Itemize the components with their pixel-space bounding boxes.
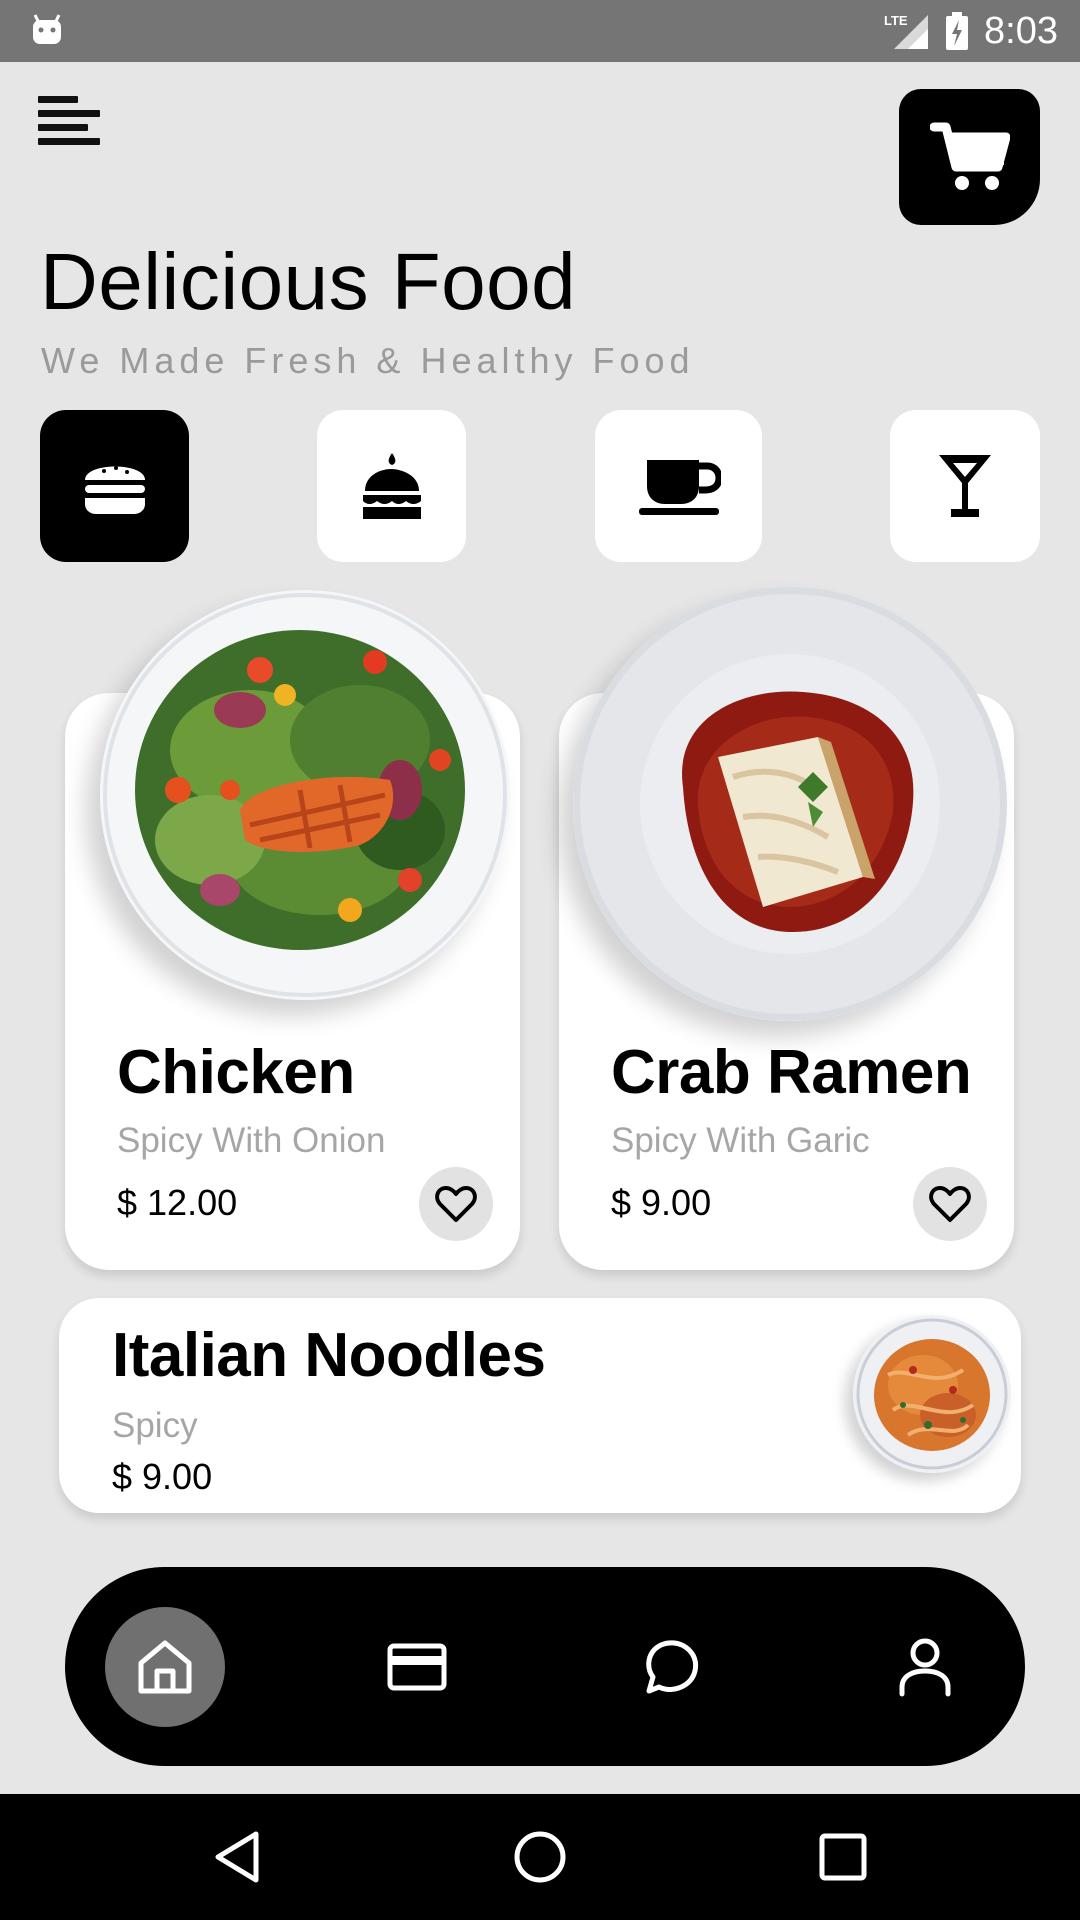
card-icon — [387, 1643, 447, 1691]
burger-icon — [84, 466, 145, 514]
system-navigation-bar — [0, 1794, 1080, 1920]
category-burger[interactable] — [40, 410, 189, 562]
pasta-plate — [853, 1315, 1011, 1473]
food-price: $ 9.00 — [611, 1182, 712, 1223]
lte-signal-icon: LTE — [884, 13, 929, 49]
status-bar: LTE 8:03 — [0, 0, 1080, 62]
favorite-button[interactable] — [913, 1167, 987, 1241]
heart-icon — [929, 1186, 971, 1222]
network-label: LTE — [884, 13, 908, 28]
profile-icon — [899, 1638, 951, 1697]
home-circle-icon — [514, 1831, 566, 1883]
nav-profile[interactable] — [865, 1607, 985, 1727]
food-price: $ 9.00 — [112, 1456, 213, 1497]
category-cake[interactable] — [317, 410, 466, 562]
heart-icon — [435, 1186, 477, 1222]
status-time: 8:03 — [984, 9, 1058, 52]
chat-icon — [646, 1640, 699, 1694]
salmon-salad-plate — [100, 590, 510, 1000]
bottom-navigation — [65, 1567, 1025, 1766]
favorite-button[interactable] — [419, 1167, 493, 1241]
nav-home[interactable] — [105, 1607, 225, 1727]
category-coffee[interactable] — [595, 410, 762, 562]
page-subtitle: We Made Fresh & Healthy Food — [41, 340, 695, 381]
home-button[interactable] — [505, 1822, 575, 1892]
nav-chat[interactable] — [611, 1607, 731, 1727]
food-name: Crab Ramen — [611, 1038, 972, 1107]
food-price: $ 12.00 — [117, 1182, 238, 1223]
lasagna-plate — [573, 587, 1007, 1021]
food-name: Chicken — [117, 1038, 355, 1107]
page-title: Delicious Food — [40, 237, 577, 326]
android-notification-icon — [33, 14, 61, 44]
cake-icon — [362, 453, 421, 519]
coffee-cup-icon — [638, 460, 721, 515]
menu-icon[interactable] — [38, 96, 100, 158]
category-cocktail[interactable] — [890, 410, 1040, 562]
nav-payment[interactable] — [357, 1607, 477, 1727]
recents-button[interactable] — [808, 1822, 878, 1892]
food-description: Spicy — [112, 1406, 198, 1445]
recents-square-icon — [819, 1833, 867, 1881]
food-name: Italian Noodles — [112, 1321, 546, 1390]
cart-button[interactable] — [899, 89, 1040, 225]
cart-icon — [929, 122, 1010, 190]
back-triangle-icon — [215, 1831, 259, 1883]
back-button[interactable] — [202, 1822, 272, 1892]
cocktail-icon — [939, 455, 991, 517]
battery-icon — [946, 12, 969, 50]
home-icon — [138, 1640, 192, 1694]
food-description: Spicy With Onion — [117, 1121, 386, 1160]
food-description: Spicy With Garic — [611, 1121, 870, 1160]
